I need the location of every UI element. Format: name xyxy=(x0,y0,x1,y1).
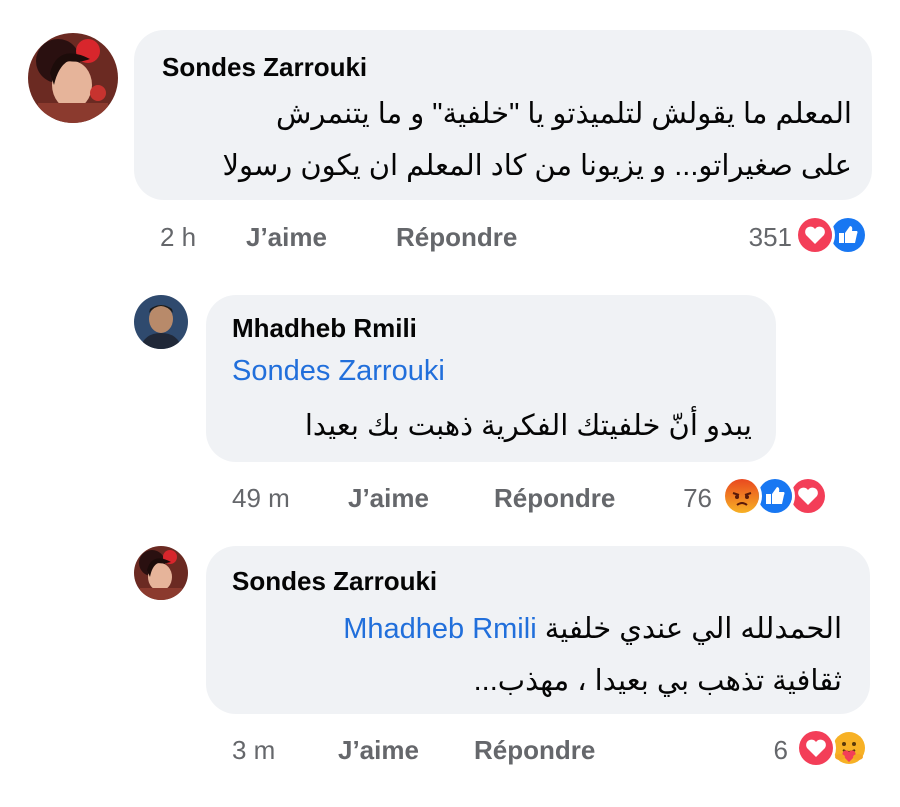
comment-timestamp[interactable]: 2 h xyxy=(160,222,196,253)
love-reaction-icon xyxy=(796,728,836,768)
comment-author[interactable]: Mhadheb Rmili xyxy=(232,313,417,344)
reaction-count[interactable]: 76 xyxy=(660,483,712,514)
comment-actions: 49 m J’aime Répondre xyxy=(232,483,652,515)
reaction-count[interactable]: 6 xyxy=(760,735,788,766)
like-button[interactable]: J’aime xyxy=(246,222,327,253)
reply-button[interactable]: Répondre xyxy=(474,735,595,766)
mention-link[interactable]: Mhadheb Rmili xyxy=(343,613,536,645)
profile-photo xyxy=(134,546,188,600)
comment-text-line: المعلم ما يقولش لتلميذتو يا "خلفية" و ما… xyxy=(276,98,852,130)
reaction-count[interactable]: 351 xyxy=(716,222,792,253)
comment-actions: 2 h J’aime Répondre xyxy=(160,222,560,254)
reply-button[interactable]: Répondre xyxy=(396,222,517,253)
profile-photo xyxy=(28,33,118,123)
avatar[interactable] xyxy=(134,295,188,349)
comment-text: الحمدلله الي عندي خلفية xyxy=(544,613,842,645)
comment-author[interactable]: Sondes Zarrouki xyxy=(162,52,367,83)
comment-text-line: ثقافية تذهب بي بعيدا ، مهذب... xyxy=(473,665,842,697)
avatar[interactable] xyxy=(134,546,188,600)
comment-text-line: على صغيراتو... و يزيونا من كاد المعلم ان… xyxy=(222,150,852,182)
comment-actions: 3 m J’aime Répondre xyxy=(232,735,652,767)
avatar[interactable] xyxy=(28,33,118,123)
comment-timestamp[interactable]: 3 m xyxy=(232,735,275,766)
reply-button[interactable]: Répondre xyxy=(494,483,615,514)
comment-author[interactable]: Sondes Zarrouki xyxy=(232,566,437,597)
like-button[interactable]: J’aime xyxy=(348,483,429,514)
profile-photo xyxy=(134,295,188,349)
comment-text-line: يبدو أنّ خلفيتك الفكرية ذهبت بك بعيدا xyxy=(304,410,752,442)
mention-link[interactable]: Sondes Zarrouki xyxy=(232,355,445,388)
angry-reaction-icon xyxy=(722,476,762,516)
love-reaction-icon xyxy=(795,215,835,255)
like-button[interactable]: J’aime xyxy=(338,735,419,766)
comment-timestamp[interactable]: 49 m xyxy=(232,483,290,514)
comment-text-line: الحمدلله الي عندي خلفية Mhadheb Rmili xyxy=(242,603,842,655)
